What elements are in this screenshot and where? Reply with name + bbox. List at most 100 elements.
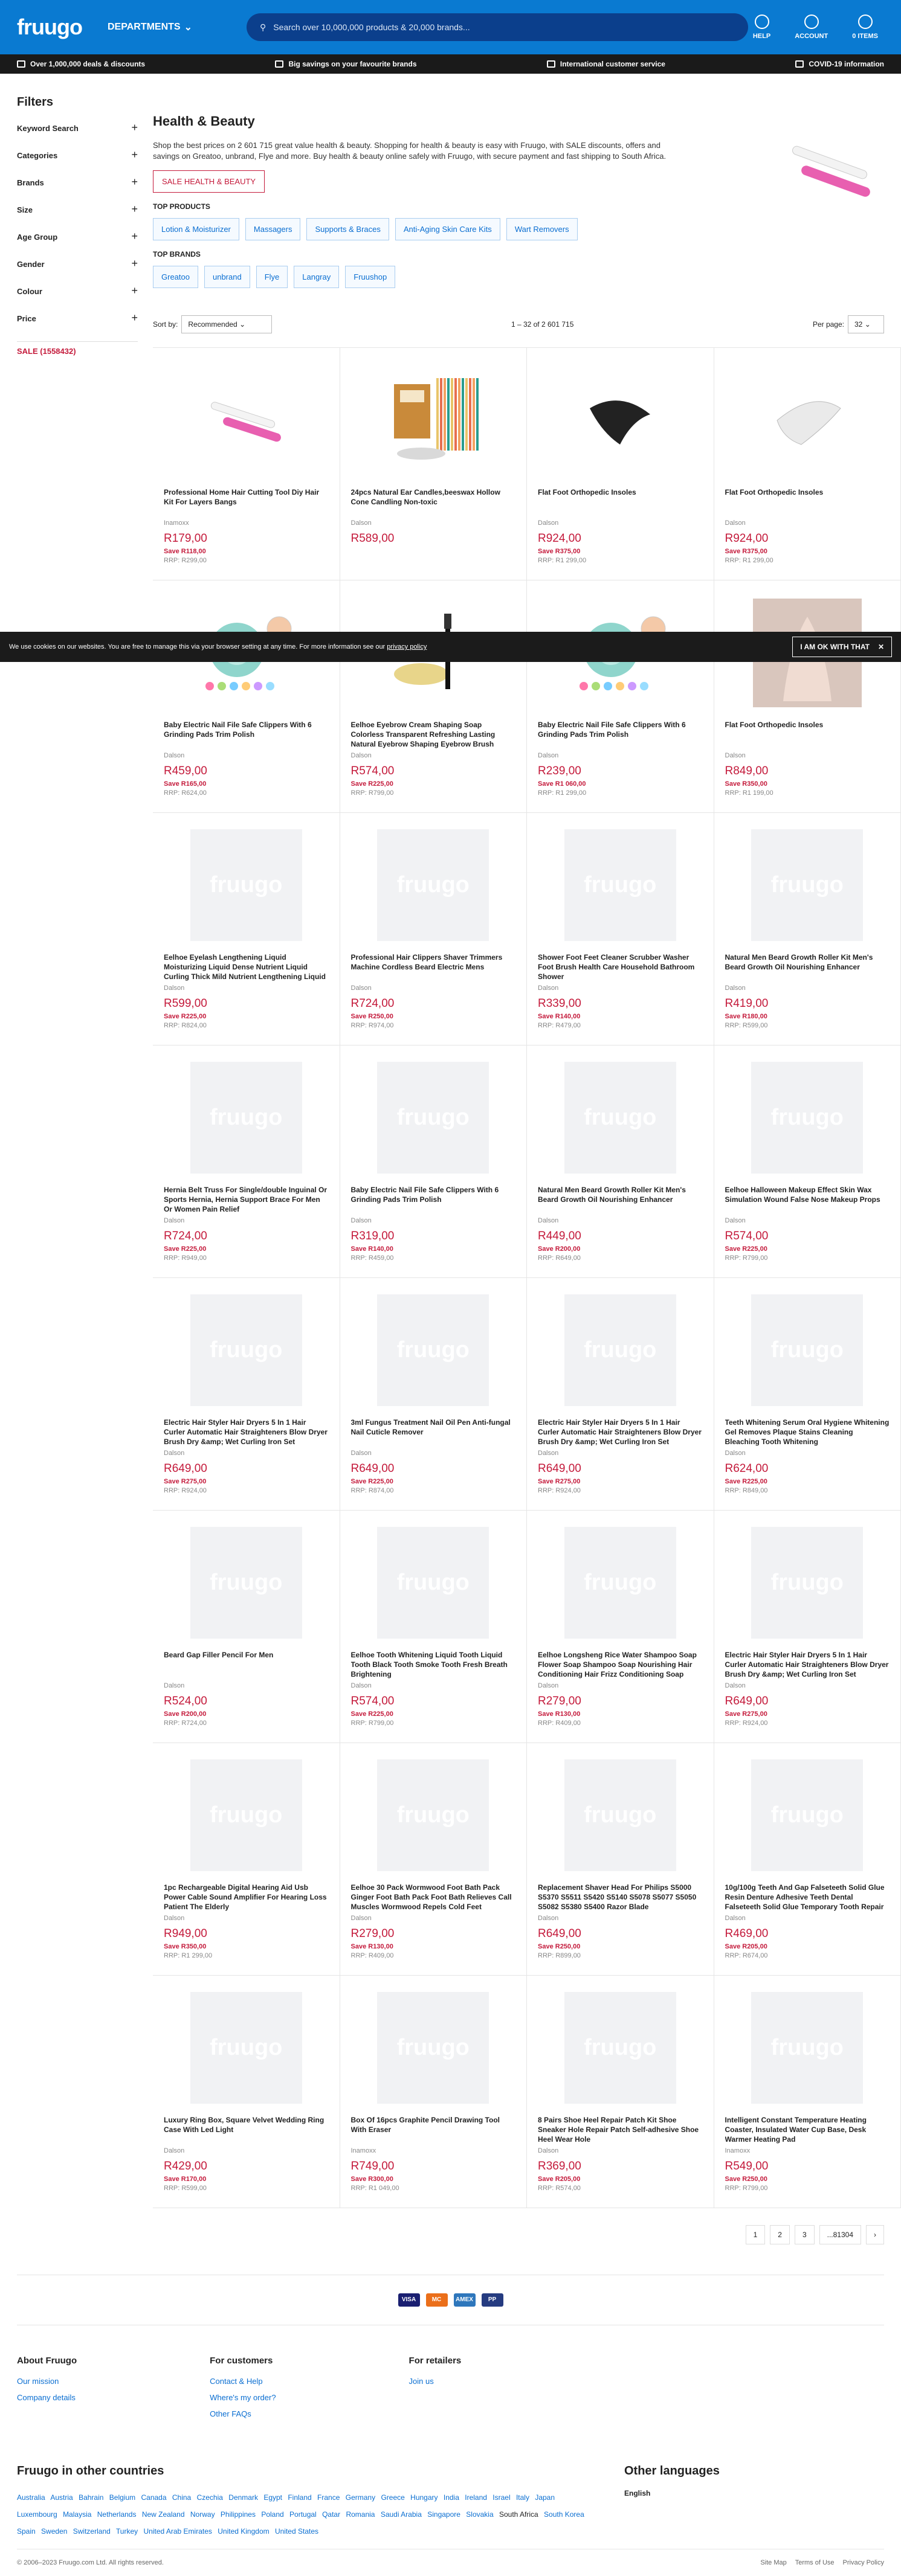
country-link[interactable]: Belgium [109,2493,135,2502]
country-link[interactable]: Australia [17,2493,45,2502]
per-page-select[interactable]: 32 ⌄ [848,315,884,333]
product-card[interactable]: fruugo3ml Fungus Treatment Nail Oil Pen … [340,1278,528,1511]
product-card[interactable]: 24pcs Natural Ear Candles,beeswax Hollow… [340,348,528,580]
basket-button[interactable]: 0 ITEMS [852,14,878,40]
cookie-accept-button[interactable]: I AM OK WITH THAT✕ [792,637,892,657]
product-card[interactable]: fruugoLuxury Ring Box, Square Velvet Wed… [153,1976,340,2208]
sort-select[interactable]: Recommended ⌄ [181,315,272,333]
footer-link[interactable]: Where's my order? [210,2393,276,2402]
product-card[interactable]: fruugoElectric Hair Styler Hair Dryers 5… [714,1511,901,1743]
product-title[interactable]: Shower Foot Feet Cleaner Scrubber Washer… [538,952,703,983]
product-card[interactable]: fruugo Natural Men Beard Growth Roller Ki… [714,813,901,1045]
account-button[interactable]: ACCOUNT [795,14,828,40]
top-brand-chip[interactable]: Flye [256,266,288,288]
country-link[interactable]: Spain [17,2527,36,2536]
country-link[interactable]: Finland [288,2493,311,2502]
product-title[interactable]: Intelligent Constant Temperature Heating… [725,2115,890,2145]
country-link[interactable]: Luxembourg [17,2510,57,2519]
product-image[interactable]: fruugo [351,1756,516,1874]
product-title[interactable]: Professional Home Hair Cutting Tool Diy … [164,487,329,518]
product-card[interactable]: fruugoProfessional Hair Clippers Shaver … [340,813,528,1045]
privacy-link[interactable]: Privacy Policy [843,2559,884,2566]
sale-filter[interactable]: SALE (1558432) [17,341,138,356]
product-title[interactable]: Flat Foot Orthopedic Insoles [538,487,703,518]
filter-brands[interactable]: Brands+ [17,178,138,205]
product-title[interactable]: Flat Foot Orthopedic Insoles [725,487,890,518]
product-image[interactable]: fruugo [725,1291,890,1409]
country-link[interactable]: Norway [190,2510,215,2519]
page-link[interactable]: › [866,2225,884,2244]
top-brand-chip[interactable]: unbrand [204,266,250,288]
page-link[interactable]: 3 [795,2225,815,2244]
product-title[interactable]: Electric Hair Styler Hair Dryers 5 In 1 … [538,1418,703,1448]
page-link[interactable]: 2 [770,2225,790,2244]
product-card[interactable]: Eelhoe Eyebrow Cream Shaping Soap Colorl… [340,580,528,813]
product-image[interactable]: fruugo [351,826,516,944]
privacy-policy-link[interactable]: privacy policy [387,643,427,650]
product-image[interactable]: fruugo [164,1756,329,1874]
product-card[interactable]: fruugoElectric Hair Styler Hair Dryers 5… [527,1278,714,1511]
product-card[interactable]: fruugo Box Of 16pcs Graphite Pencil Drawi… [340,1976,528,2208]
country-link[interactable]: Qatar [322,2510,340,2519]
product-title[interactable]: 24pcs Natural Ear Candles,beeswax Hollow… [351,487,516,518]
language-english[interactable]: English [624,2489,720,2497]
product-image[interactable]: fruugo [538,1059,703,1177]
product-image[interactable]: fruugo [164,1059,329,1177]
product-image[interactable] [164,361,329,479]
product-image[interactable] [725,361,890,479]
country-link[interactable]: Germany [346,2493,375,2502]
product-image[interactable]: fruugo [538,1756,703,1874]
benefit-covid[interactable]: COVID-19 information [795,60,884,68]
product-title[interactable]: Teeth Whitening Serum Oral Hygiene White… [725,1418,890,1448]
product-title[interactable]: Box Of 16pcs Graphite Pencil Drawing Too… [351,2115,516,2145]
product-image[interactable]: fruugo [725,1756,890,1874]
product-card[interactable]: Baby Electric Nail File Safe Clippers Wi… [153,580,340,813]
product-image[interactable]: fruugo [164,1291,329,1409]
product-card[interactable]: fruugo 8 Pairs Shoe Heel Repair Patch Kit… [527,1976,714,2208]
product-title[interactable]: 8 Pairs Shoe Heel Repair Patch Kit Shoe … [538,2115,703,2145]
country-link[interactable]: Saudi Arabia [381,2510,422,2519]
product-title[interactable]: Luxury Ring Box, Square Velvet Wedding R… [164,2115,329,2145]
product-image[interactable]: fruugo [725,1524,890,1642]
product-title[interactable]: Natural Men Beard Growth Roller Kit Men'… [725,952,890,983]
product-card[interactable]: fruugoEelhoe Longsheng Rice Water Shampo… [527,1511,714,1743]
country-link[interactable]: Egypt [263,2493,282,2502]
country-link[interactable]: Romania [346,2510,375,2519]
product-image[interactable]: fruugo [164,1524,329,1642]
product-title[interactable]: Baby Electric Nail File Safe Clippers Wi… [538,720,703,750]
country-link[interactable]: South Korea [544,2510,584,2519]
filter-gender[interactable]: Gender+ [17,260,138,287]
top-product-chip[interactable]: Lotion & Moisturizer [153,218,239,240]
page-link[interactable]: 1 [746,2225,766,2244]
country-link[interactable]: Slovakia [466,2510,493,2519]
benefit-service[interactable]: International customer service [547,60,665,68]
product-card[interactable]: fruugoBaby Electric Nail File Safe Clipp… [340,1045,528,1278]
benefit-savings[interactable]: Big savings on your favourite brands [275,60,416,68]
product-card[interactable]: Flat Foot Orthopedic InsolesDalsonR924,0… [527,348,714,580]
product-image[interactable]: fruugo [351,1989,516,2107]
product-title[interactable]: Electric Hair Styler Hair Dryers 5 In 1 … [164,1418,329,1448]
product-title[interactable]: Eelhoe Tooth Whitening Liquid Tooth Liqu… [351,1650,516,1680]
country-link[interactable]: Austria [50,2493,73,2502]
country-link[interactable]: Israel [492,2493,510,2502]
country-link[interactable]: Turkey [116,2527,138,2536]
product-image[interactable]: fruugo [538,1524,703,1642]
country-link[interactable]: Denmark [228,2493,258,2502]
country-link[interactable]: Italy [516,2493,529,2502]
product-image[interactable] [351,361,516,479]
product-title[interactable]: Eelhoe Eyebrow Cream Shaping Soap Colorl… [351,720,516,750]
country-link[interactable]: Poland [261,2510,283,2519]
product-card[interactable]: fruugo1pc Rechargeable Digital Hearing A… [153,1743,340,1976]
fruugo-logo[interactable]: fruugo [17,14,108,40]
country-link[interactable]: New Zealand [142,2510,185,2519]
product-image[interactable]: fruugo [351,1059,516,1177]
departments-menu[interactable]: DEPARTMENTS⌄ [108,21,247,33]
country-link[interactable]: India [444,2493,459,2502]
product-image[interactable]: fruugo [538,1989,703,2107]
product-image[interactable]: fruugo [725,826,890,944]
product-card[interactable]: fruugoIntelligent Constant Temperature H… [714,1976,901,2208]
product-card[interactable]: Flat Foot Orthopedic InsolesDalsonR924,0… [714,348,901,580]
country-link[interactable]: Malaysia [63,2510,91,2519]
country-link[interactable]: China [172,2493,191,2502]
country-link[interactable]: Singapore [427,2510,460,2519]
